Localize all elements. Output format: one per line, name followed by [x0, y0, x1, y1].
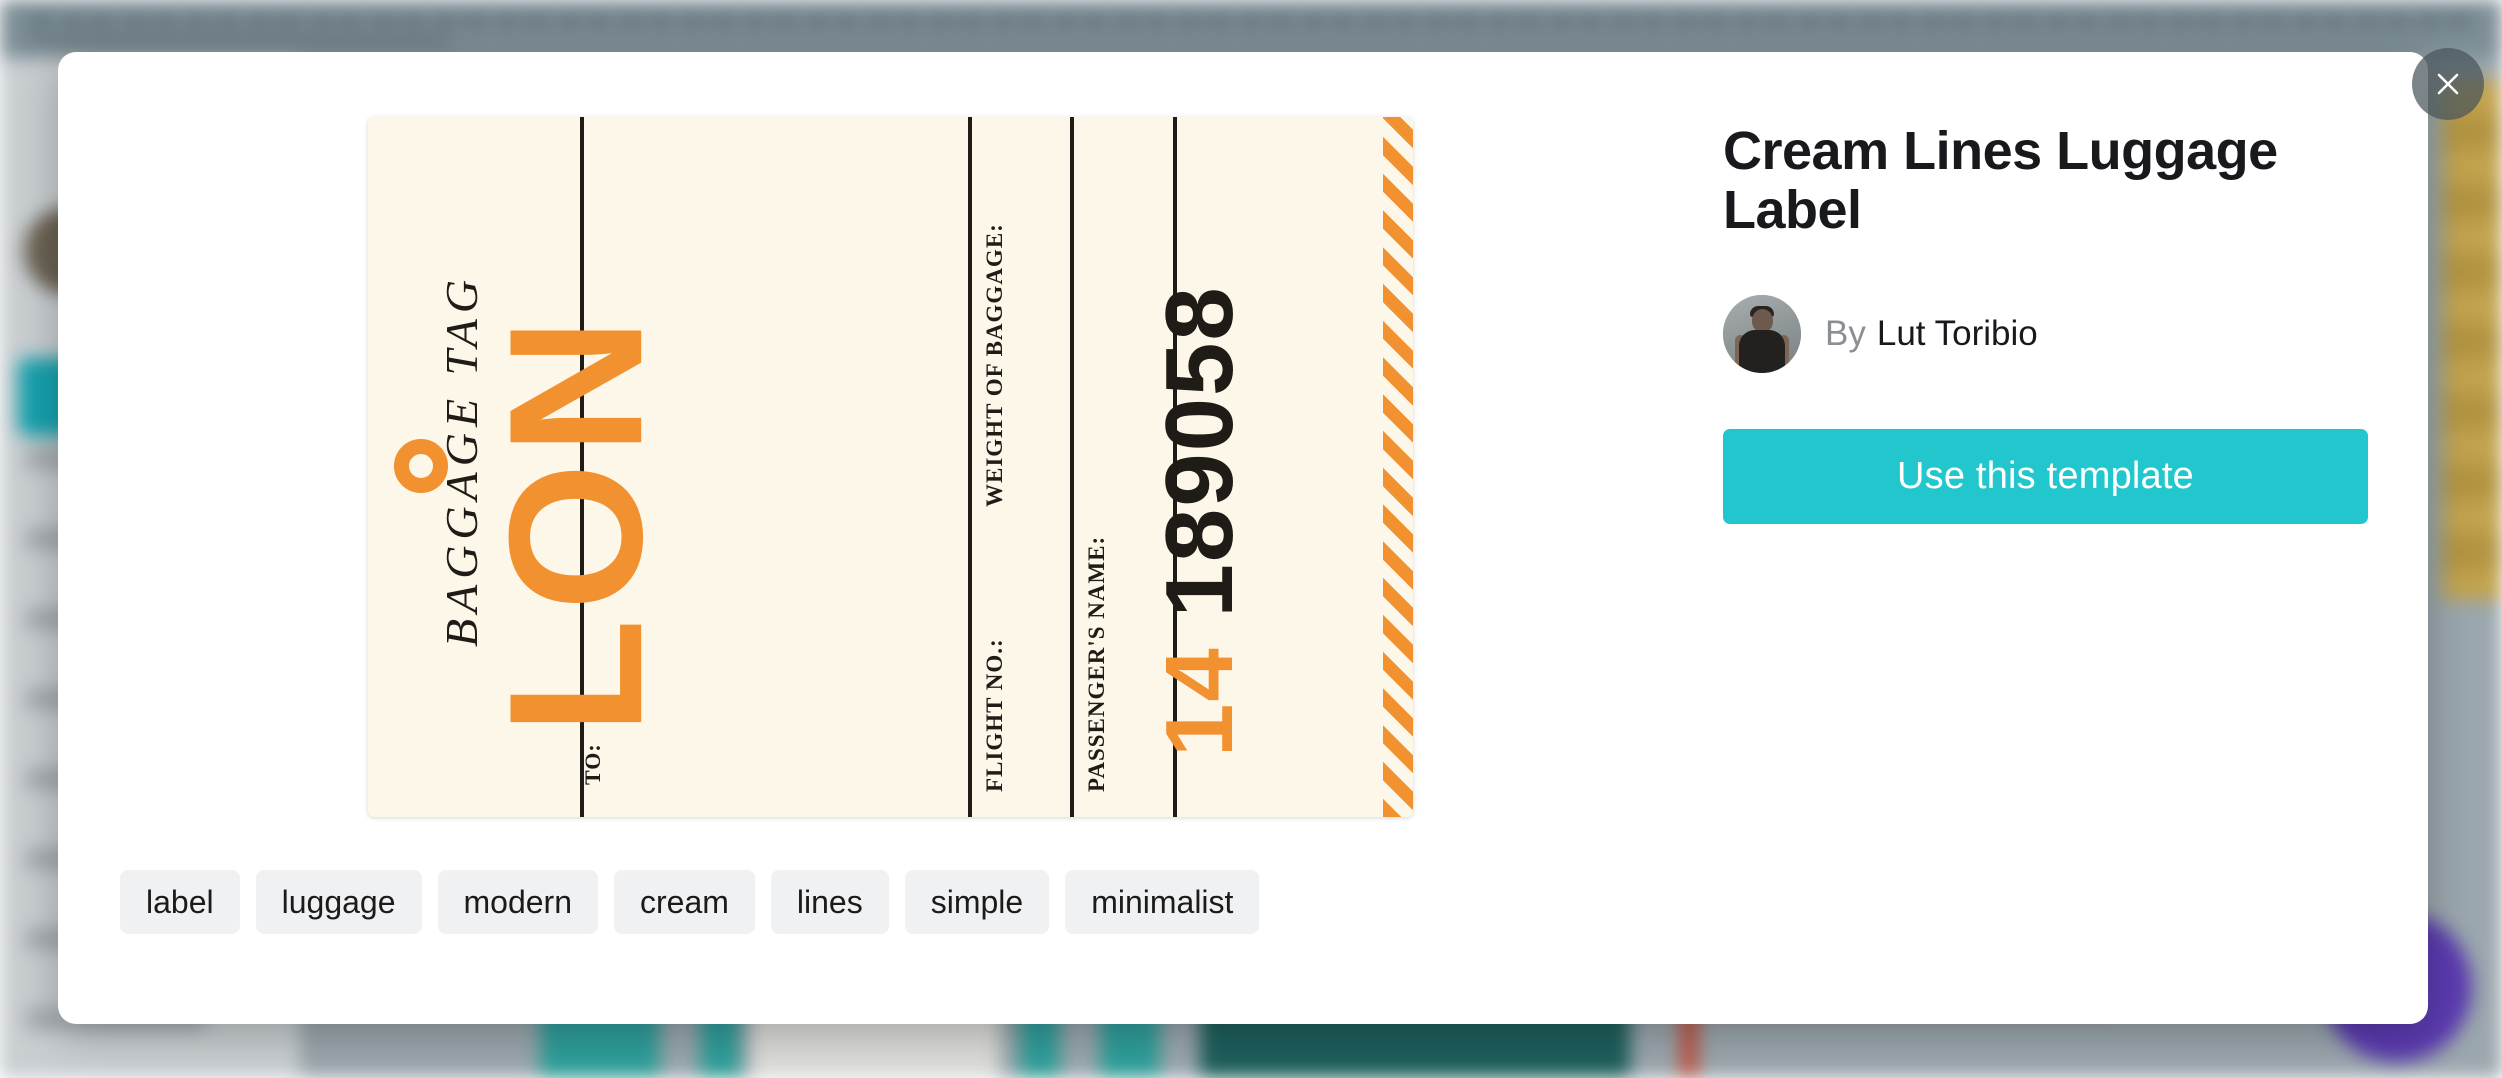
tag-chip[interactable]: minimalist — [1065, 870, 1260, 934]
to-label: TO: — [580, 743, 605, 785]
backdrop-topbar-subtext — [30, 36, 450, 47]
avatar — [1723, 294, 1801, 373]
close-icon — [2437, 73, 2459, 95]
luggage-label-artwork: BAGGAGE TAG TO: LON WEIGHT OF BAGGAGE: F… — [368, 117, 1413, 817]
flight-no-label: FLIGHT NO.: — [982, 638, 1007, 792]
close-button[interactable] — [2412, 48, 2484, 120]
tag-chip[interactable]: modern — [437, 870, 598, 934]
backdrop-thumbnail — [2442, 80, 2502, 600]
backdrop-topbar — [0, 0, 2502, 58]
tag-chip[interactable]: simple — [904, 870, 1050, 934]
page-title: Cream Lines Luggage Label — [1723, 121, 2278, 241]
serial-prefix: 14 — [1146, 646, 1253, 757]
template-info: Cream Lines Luggage Label By Lut Toribio … — [1723, 121, 2368, 524]
tag-list: label luggage modern cream lines simple … — [120, 870, 1260, 934]
tag-chip[interactable]: luggage — [255, 870, 422, 934]
passengers-name-label: PASSENGER'S NAME: — [1084, 535, 1109, 792]
tag-chip[interactable]: cream — [614, 870, 755, 934]
destination-code: LON — [470, 309, 683, 735]
author-row[interactable]: By Lut Toribio — [1723, 294, 2368, 373]
use-this-template-button[interactable]: Use this template — [1723, 428, 2368, 524]
diagonal-stripes-decoration — [1383, 117, 1413, 817]
template-detail-modal: BAGGAGE TAG TO: LON WEIGHT OF BAGGAGE: F… — [58, 52, 2428, 1024]
weight-of-baggage-label: WEIGHT OF BAGGAGE: — [982, 223, 1007, 507]
tag-chip[interactable]: label — [120, 870, 240, 934]
serial-number-block: 14 189058 — [1146, 285, 1253, 757]
backdrop-topbar-text — [30, 14, 2472, 28]
divider-line — [1070, 117, 1074, 817]
divider-line — [968, 117, 972, 817]
template-preview[interactable]: BAGGAGE TAG TO: LON WEIGHT OF BAGGAGE: F… — [368, 117, 1413, 817]
tag-chip[interactable]: lines — [770, 870, 889, 934]
author-by-label: By — [1825, 313, 1866, 353]
serial-number: 189058 — [1146, 285, 1253, 618]
author-name[interactable]: Lut Toribio — [1877, 314, 2038, 353]
